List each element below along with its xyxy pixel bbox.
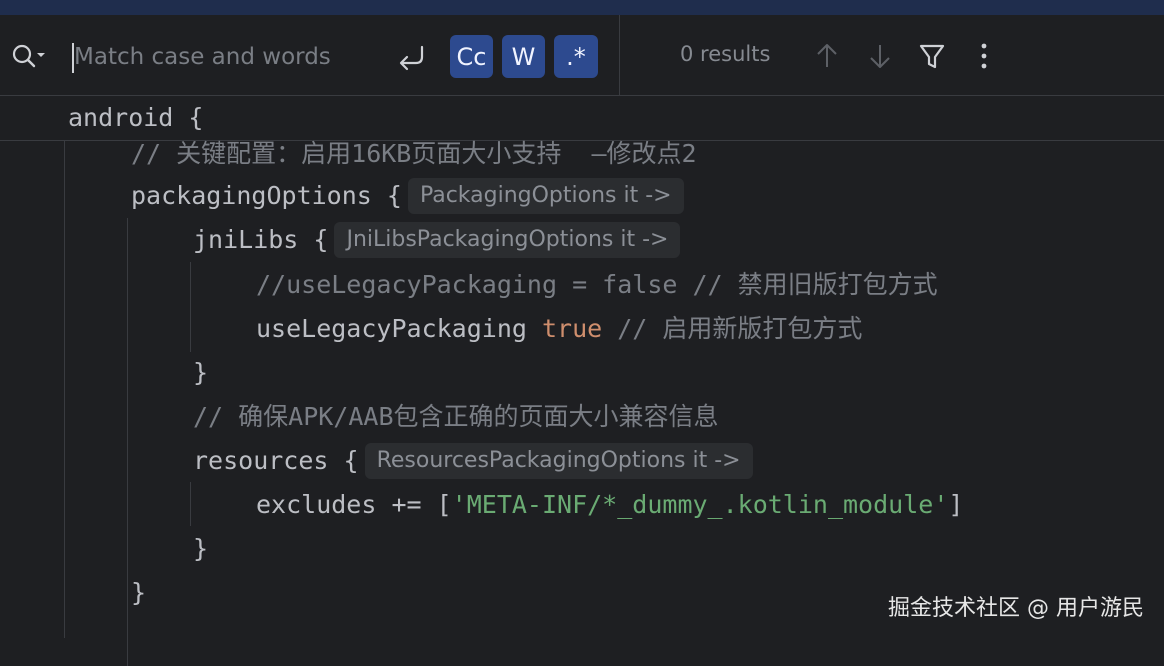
words-toggle[interactable]: W [502, 35, 545, 78]
arrow-down-icon[interactable] [864, 39, 896, 73]
indent-guide [190, 262, 191, 352]
code-text: useLegacyPackaging [256, 314, 542, 343]
code-line-brace: } [193, 358, 209, 387]
code-editor[interactable]: android { // 关键配置：启用16KB页面大小支持 —修改点2 pac… [0, 96, 1164, 666]
arrow-up-icon[interactable] [811, 39, 843, 73]
sticky-header-line: android { [0, 96, 1164, 141]
filter-icon[interactable] [916, 39, 948, 73]
code-line-use-legacy-packaging: useLegacyPackaging true // 启用新版打包方式 [256, 313, 862, 345]
code-line-packaging-options: packagingOptions {PackagingOptions it -> [131, 178, 684, 214]
find-toolbar: Cc W .* 0 results [0, 15, 1164, 96]
watermark: 掘金技术社区 @ 用户游民 [888, 596, 1144, 621]
code-line-jnilibs: jniLibs {JniLibsPackagingOptions it -> [193, 222, 681, 258]
new-line-icon[interactable] [396, 43, 428, 73]
code-comment-line: // 确保APK/AAB包含正确的页面大小兼容信息 [193, 402, 719, 431]
indent-guide [127, 218, 128, 666]
inlay-hint: ResourcesPackagingOptions it -> [364, 443, 753, 479]
search-history-icon[interactable] [10, 41, 46, 71]
window-top-strip [0, 0, 1164, 15]
code-comment-line: //useLegacyPackaging = false // 禁用旧版打包方式 [256, 270, 938, 299]
code-text: ] [948, 490, 964, 519]
code-text: packagingOptions { [131, 181, 402, 210]
search-input[interactable] [74, 37, 336, 77]
more-options-icon[interactable] [968, 39, 1000, 73]
code-comment: // 启用新版打包方式 [602, 314, 863, 343]
code-comment-line: // 关键配置：启用16KB页面大小支持 —修改点2 [131, 139, 697, 168]
code-line-android: android { [68, 103, 204, 132]
code-line-resources: resources {ResourcesPackagingOptions it … [193, 443, 753, 479]
code-text: jniLibs { [193, 225, 329, 254]
inlay-hint: JniLibsPackagingOptions it -> [334, 222, 681, 258]
find-input-section: Cc W .* [0, 15, 620, 95]
code-text: resources { [193, 446, 359, 475]
indent-guide [190, 482, 191, 526]
code-line-excludes: excludes += ['META-INF/*_dummy_.kotlin_m… [256, 489, 963, 521]
code-line-brace: } [193, 534, 209, 563]
inlay-hint: PackagingOptions it -> [407, 178, 684, 214]
code-text: excludes += [ [256, 490, 452, 519]
code-line-brace: } [131, 578, 147, 607]
regex-toggle[interactable]: .* [554, 35, 598, 78]
results-count: 0 results [680, 42, 771, 66]
code-string: 'META-INF/*_dummy_.kotlin_module' [451, 490, 949, 519]
match-case-toggle[interactable]: Cc [450, 35, 493, 78]
code-keyword: true [541, 314, 603, 343]
indent-guide [64, 140, 65, 638]
